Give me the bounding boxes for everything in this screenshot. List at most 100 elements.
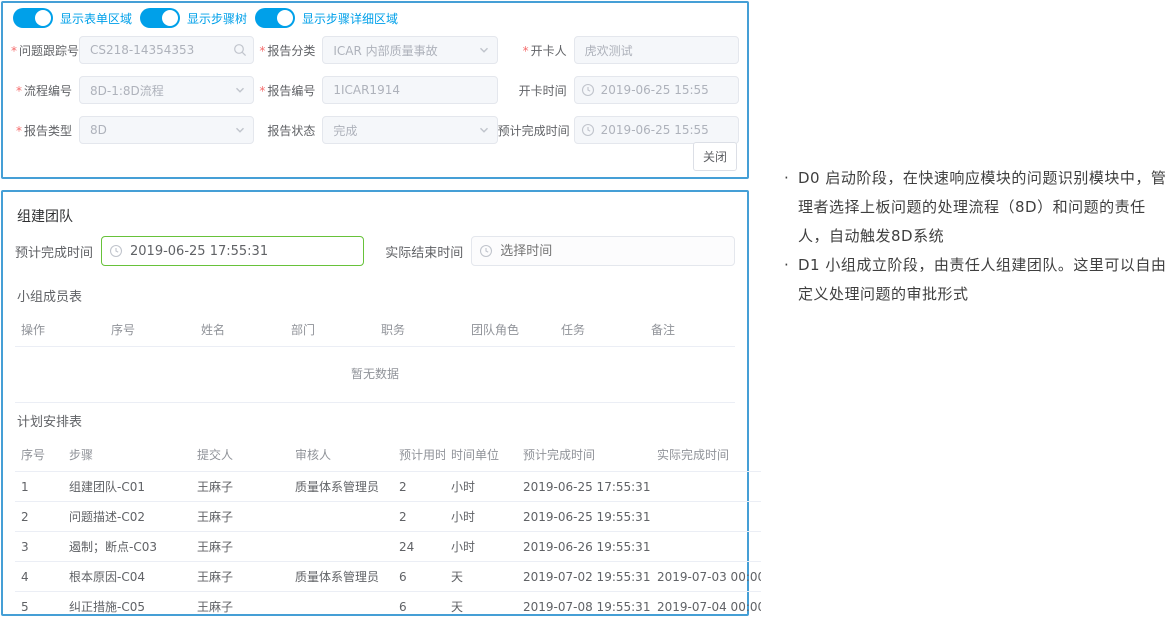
cell: 2019-07-08 19:55:31 — [517, 592, 651, 618]
clock-icon — [581, 83, 595, 97]
cell: 问题描述-C02 — [63, 502, 191, 532]
form-row-2: *流程编号 *报告编号 开卡时间 — [3, 70, 747, 110]
col-header: 任务 — [555, 313, 645, 347]
form-row-1: *问题跟踪号 *报告分类 *开卡人 — [3, 30, 747, 70]
expected-finish-label: 预计完成时间 — [15, 242, 101, 261]
cell: 2019-07-04 00:00:00 — [651, 592, 761, 618]
col-header: 步骤 — [63, 438, 191, 472]
col-header: 操作 — [15, 313, 105, 347]
clock-icon — [479, 244, 493, 258]
cell: 2 — [15, 502, 63, 532]
cell — [651, 472, 761, 502]
expected-time-label: 预计完成时间 — [498, 122, 574, 139]
report-status-label: 报告状态 — [254, 122, 322, 139]
col-header: 备注 — [645, 313, 735, 347]
toggle-row: 显示表单区域 显示步骤树 显示步骤详细区域 — [3, 3, 747, 30]
cell — [651, 532, 761, 562]
report-type-label: *报告类型 — [11, 122, 79, 139]
empty-state: 暂无数据 — [15, 347, 735, 403]
report-type-select[interactable] — [79, 116, 254, 144]
required-asterisk: * — [523, 44, 529, 58]
col-header: 实际完成时间 — [651, 438, 761, 472]
cell: 小时 — [445, 532, 517, 562]
category-select[interactable] — [322, 36, 497, 64]
clock-icon — [581, 123, 595, 137]
toggle-show-step-tree[interactable]: 显示步骤树 — [140, 8, 247, 28]
toggle-show-form-area[interactable]: 显示表单区域 — [13, 8, 132, 28]
tracking-input[interactable] — [79, 36, 254, 64]
cell: 纠正措施-C05 — [63, 592, 191, 618]
team-title: 组建团队 — [15, 202, 735, 236]
form-panel: 显示表单区域 显示步骤树 显示步骤详细区域 *问题跟踪号 *报告分类 — [1, 1, 749, 179]
note-d1: · D1 小组成立阶段，由责任人组建团队。这里可以自由定义处理问题的审批形式 — [784, 251, 1170, 309]
col-header: 序号 — [15, 438, 63, 472]
members-table-title: 小组成员表 — [15, 278, 735, 313]
chevron-down-icon — [477, 43, 491, 57]
close-button[interactable]: 关闭 — [693, 142, 737, 171]
cell: 王麻子 — [191, 502, 289, 532]
col-header: 姓名 — [195, 313, 285, 347]
chevron-down-icon — [233, 83, 247, 97]
chevron-down-icon — [477, 123, 491, 137]
cell: 5 — [15, 592, 63, 618]
cell: 天 — [445, 592, 517, 618]
actual-end-input[interactable] — [471, 236, 735, 266]
cell: 2 — [393, 472, 445, 502]
cell: 王麻子 — [191, 472, 289, 502]
switch-on-icon[interactable] — [140, 8, 180, 28]
cell: 6 — [393, 562, 445, 592]
table-row: 1组建团队-C01王麻子质量体系管理员2小时2019-06-25 17:55:3… — [15, 472, 761, 502]
expected-finish-input[interactable] — [101, 236, 364, 266]
required-asterisk: * — [16, 84, 22, 98]
opener-input[interactable] — [574, 36, 739, 64]
cell: 小时 — [445, 472, 517, 502]
bullet-icon: · — [784, 251, 798, 309]
report-no-input[interactable] — [322, 76, 497, 104]
page: 显示表单区域 显示步骤树 显示步骤详细区域 *问题跟踪号 *报告分类 — [0, 0, 1170, 618]
members-header-row: 操作 序号 姓名 部门 职务 团队角色 任务 备注 — [15, 313, 735, 347]
cell: 王麻子 — [191, 592, 289, 618]
report-status-select[interactable] — [322, 116, 497, 144]
open-time-input[interactable] — [574, 76, 739, 104]
note-d0: · D0 启动阶段，在快速响应模块的问题识别模块中，管理者选择上板问题的处理流程… — [784, 164, 1170, 251]
table-row: 4根本原因-C04王麻子质量体系管理员6天2019-07-02 19:55:31… — [15, 562, 761, 592]
col-header: 审核人 — [289, 438, 393, 472]
cell: 2019-06-25 19:55:31 — [517, 502, 651, 532]
cell: 组建团队-C01 — [63, 472, 191, 502]
tracking-label: *问题跟踪号 — [11, 42, 79, 59]
cell: 小时 — [445, 502, 517, 532]
time-row: 预计完成时间 实际结束时间 — [15, 236, 735, 266]
table-row: 2问题描述-C02王麻子2小时2019-06-25 19:55:31 — [15, 502, 761, 532]
cell: 根本原因-C04 — [63, 562, 191, 592]
search-icon — [233, 43, 247, 57]
cell: 王麻子 — [191, 562, 289, 592]
table-row: 5纠正措施-C05王麻子6天2019-07-08 19:55:312019-07… — [15, 592, 761, 618]
category-label: *报告分类 — [254, 42, 322, 59]
team-panel: 组建团队 预计完成时间 实际结束时间 小组成员表 操作 — [1, 190, 749, 616]
col-header: 团队角色 — [465, 313, 555, 347]
col-header: 预计用时 — [393, 438, 445, 472]
toggle-label: 显示步骤详细区域 — [302, 10, 398, 27]
switch-on-icon[interactable] — [255, 8, 295, 28]
toggle-show-step-detail[interactable]: 显示步骤详细区域 — [255, 8, 398, 28]
col-header: 提交人 — [191, 438, 289, 472]
cell: 24 — [393, 532, 445, 562]
cell — [651, 502, 761, 532]
col-header: 部门 — [285, 313, 375, 347]
cell: 2019-07-03 00:00:00 — [651, 562, 761, 592]
plan-table: 序号 步骤 提交人 审核人 预计用时 时间单位 预计完成时间 实际完成时间 1组… — [15, 438, 761, 618]
cell: 2 — [393, 502, 445, 532]
expected-time-input[interactable] — [574, 116, 739, 144]
cell: 2019-07-02 19:55:31 — [517, 562, 651, 592]
cell: 3 — [15, 532, 63, 562]
col-header: 预计完成时间 — [517, 438, 651, 472]
flow-select[interactable] — [79, 76, 254, 104]
switch-on-icon[interactable] — [13, 8, 53, 28]
cell: 质量体系管理员 — [289, 472, 393, 502]
clock-icon — [109, 244, 123, 258]
cell: 遏制；断点-C03 — [63, 532, 191, 562]
col-header: 职务 — [375, 313, 465, 347]
plan-table-title: 计划安排表 — [15, 403, 735, 438]
plan-header-row: 序号 步骤 提交人 审核人 预计用时 时间单位 预计完成时间 实际完成时间 — [15, 438, 761, 472]
open-time-label: 开卡时间 — [498, 82, 574, 99]
